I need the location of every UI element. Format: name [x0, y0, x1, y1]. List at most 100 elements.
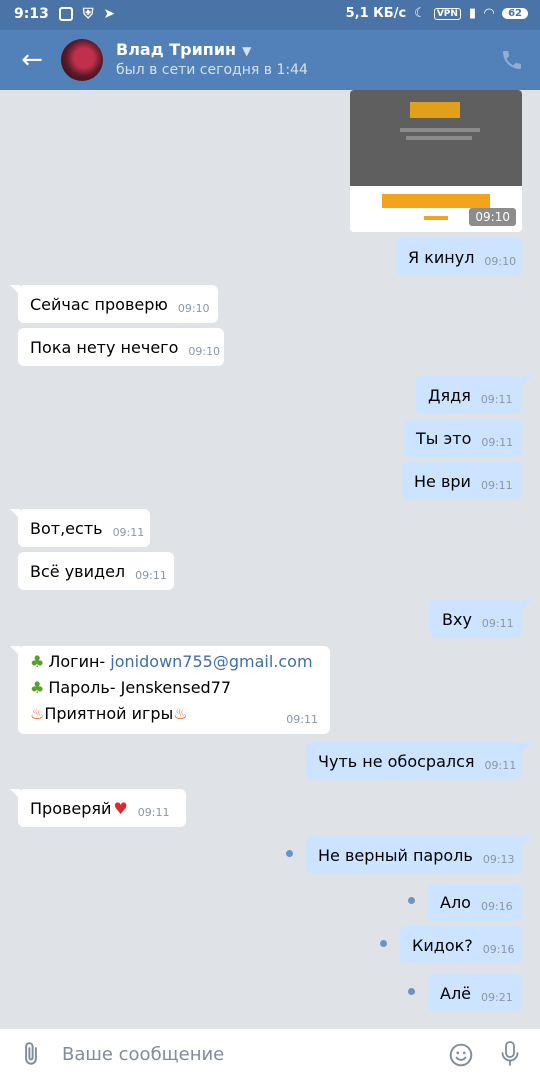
message-time: 09:10	[188, 344, 221, 358]
message-outgoing[interactable]: Ты это 09:11	[404, 419, 522, 457]
message-time: 09:11	[481, 435, 514, 449]
message-outgoing[interactable]: Не верный пароль 09:13	[306, 836, 522, 874]
message-outgoing[interactable]: Ало 09:16	[428, 883, 522, 921]
signal-icon: ▮	[468, 6, 477, 21]
message-text: Сейчас проверю	[30, 294, 168, 314]
smile-icon[interactable]	[448, 1042, 474, 1068]
bubble-tail	[522, 600, 532, 610]
message-text: Не ври	[414, 471, 471, 491]
avatar[interactable]	[61, 39, 103, 81]
instagram-icon	[58, 7, 73, 21]
message-text: Дядя	[428, 385, 471, 405]
email-link[interactable]: jonidown755@gmail.com	[110, 652, 312, 671]
chevron-down-icon: ▼	[242, 44, 252, 58]
battery-level: 62	[502, 8, 528, 19]
phone-icon[interactable]	[500, 48, 524, 72]
contact-name-text: Влад Трипин	[116, 40, 237, 59]
message-text: Вху	[442, 609, 472, 629]
message-outgoing[interactable]: Чуть не обосрался 09:11	[306, 742, 522, 780]
message-time: 09:21	[481, 990, 513, 1004]
message-time: 09:11	[286, 713, 318, 726]
message-text: Ты это	[416, 428, 472, 448]
message-text: Проверяй	[30, 798, 112, 818]
unread-dot	[286, 850, 293, 857]
shield-icon: ⛨	[82, 6, 94, 22]
unread-dot	[408, 897, 415, 904]
message-time: 09:11	[135, 568, 167, 582]
photo-button-3	[424, 216, 448, 220]
photo-text-line	[406, 136, 472, 140]
contact-name[interactable]: Влад Трипин ▼	[116, 40, 251, 59]
arrow-left-icon[interactable]: ←	[18, 46, 46, 74]
message-text: Ало	[440, 892, 471, 912]
message-text: Пока нету нечего	[30, 337, 179, 357]
message-outgoing[interactable]: Кидок? 09:16	[400, 926, 522, 964]
game-text: Приятной игры	[44, 704, 174, 723]
status-bar: 9:13 ⛨ ➤ 5,1 КБ/с ☾ VPN ▮ ◠ 62	[0, 0, 540, 30]
message-time: 09:16	[480, 899, 513, 913]
message-incoming[interactable]: Всё увидел 09:11	[18, 552, 174, 590]
message-text: Кидок?	[412, 935, 473, 955]
unread-dot	[380, 940, 387, 947]
game-line: ♨Приятной игры♨	[30, 704, 188, 723]
message-input[interactable]	[62, 1039, 422, 1069]
microphone-icon-svg	[501, 1041, 519, 1066]
login-label: Логин-	[48, 652, 111, 671]
fire-icon: ♨	[30, 704, 45, 723]
message-time: 09:11	[480, 478, 513, 492]
message-text: Всё увидел	[30, 561, 126, 581]
bubble-tail	[522, 836, 532, 846]
message-outgoing[interactable]: Вху 09:11	[430, 600, 522, 638]
bubble-tail	[522, 742, 532, 752]
message-outgoing[interactable]: Не ври 09:11	[402, 462, 522, 500]
paperclip-icon[interactable]	[18, 1041, 44, 1067]
message-incoming[interactable]: Проверяй ♥ 09:11	[18, 789, 186, 827]
paperclip-icon-svg	[25, 1042, 37, 1065]
photo-time: 09:10	[469, 208, 516, 226]
message-time: 09:11	[481, 616, 514, 630]
photo-text-line	[400, 128, 480, 132]
message-text: Я кинул	[408, 247, 475, 267]
fire-icon: ♨	[173, 704, 188, 723]
password-line: ♣ Пароль- Jenskensed77	[30, 678, 231, 697]
message-incoming-credentials[interactable]: ♣ Логин- jonidown755@gmail.com ♣ Пароль- J…	[18, 646, 330, 734]
message-text: Вот,есть	[30, 518, 103, 538]
microphone-icon[interactable]	[498, 1040, 522, 1068]
message-time: 09:16	[482, 942, 515, 956]
message-time: 09:11	[137, 805, 170, 819]
message-outgoing[interactable]: Алё 09:21	[428, 974, 522, 1012]
vpn-badge: VPN	[433, 7, 461, 20]
message-time: 09:11	[484, 758, 517, 772]
bubble-tail	[522, 376, 532, 386]
message-time: 09:11	[112, 525, 145, 539]
message-input-bar	[0, 1028, 540, 1080]
photo-button-1	[410, 102, 460, 118]
message-incoming[interactable]: Сейчас проверю 09:10	[18, 285, 218, 323]
heart-icon: ♥	[113, 798, 128, 818]
message-incoming[interactable]: Вот,есть 09:11	[18, 509, 150, 547]
password-text: Пароль- Jenskensed77	[48, 678, 232, 697]
moon-icon: ☾	[414, 6, 426, 21]
sprout-icon: ♣	[30, 652, 45, 671]
message-time: 09:11	[480, 392, 513, 406]
status-time: 9:13	[14, 6, 49, 22]
photo-button-2	[382, 194, 490, 208]
message-text: Чуть не обосрался	[318, 751, 475, 771]
contact-status: был в сети сегодня в 1:44	[116, 62, 308, 78]
message-time: 09:10	[177, 301, 210, 315]
message-outgoing[interactable]: Дядя 09:11	[416, 376, 522, 414]
unread-dot	[408, 988, 415, 995]
message-text: Не верный пароль	[318, 845, 473, 865]
message-incoming[interactable]: Пока нету нечего 09:10	[18, 328, 224, 366]
login-line: ♣ Логин- jonidown755@gmail.com	[30, 652, 313, 671]
chat-area[interactable]: 09:10 Я кинул 09:10 Сейчас проверю 09:10…	[0, 90, 540, 1028]
wifi-icon: ◠	[484, 6, 495, 21]
sprout-icon: ♣	[30, 678, 45, 697]
message-text: Алё	[440, 983, 472, 1003]
photo-attachment[interactable]: 09:10	[350, 90, 522, 232]
message-time: 09:10	[484, 254, 517, 268]
message-outgoing[interactable]: Я кинул 09:10	[396, 238, 522, 276]
telegram-icon: ➤	[103, 6, 116, 22]
message-time: 09:13	[482, 852, 515, 866]
smile-icon-svg	[449, 1043, 473, 1067]
